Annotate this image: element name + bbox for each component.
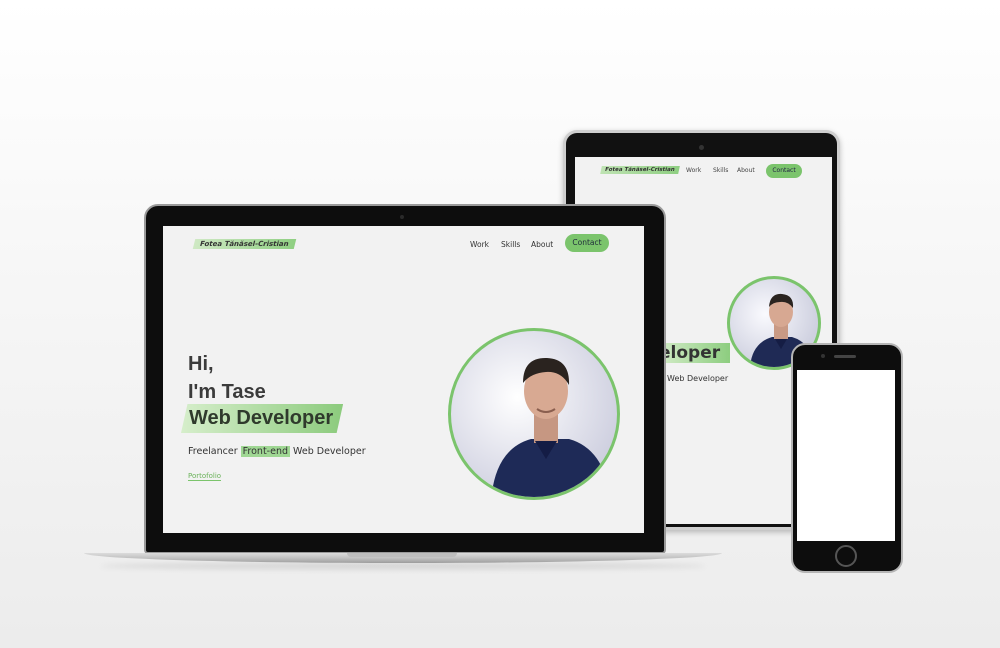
hero-subtitle: Freelancer Front-end Web Developer [188, 446, 366, 457]
nav-skills[interactable]: Skills [501, 240, 520, 249]
tablet-nav-work[interactable]: Work [686, 167, 701, 174]
tablet-contact-button[interactable]: Contact [766, 164, 802, 178]
hero-headline: Web Developer [181, 404, 344, 433]
phone-screen [797, 370, 895, 541]
contact-button[interactable]: Contact [565, 234, 609, 252]
tablet-headline: eloper [659, 343, 731, 363]
tablet-nav-skills[interactable]: Skills [713, 167, 728, 174]
greeting-line-1: Hi, [188, 353, 214, 375]
tablet-nav-about[interactable]: About [737, 167, 755, 174]
laptop-camera [400, 215, 404, 219]
subtitle-highlight: Front-end [240, 446, 290, 457]
phone-home-button[interactable] [835, 545, 857, 567]
tablet-camera [699, 145, 704, 150]
tablet-subtitle: Web Developer [667, 374, 729, 383]
hero-greeting: Hi, I'm Tase [188, 350, 266, 406]
laptop-notch [347, 553, 457, 557]
phone-camera [821, 354, 825, 358]
hero-avatar [448, 328, 620, 500]
tablet-logo[interactable]: Fotea Tănăsel-Cristian [600, 166, 680, 174]
site-logo[interactable]: Fotea Tănăsel-Cristian [192, 239, 296, 249]
nav-work[interactable]: Work [470, 240, 489, 249]
greeting-line-2: I'm Tase [188, 381, 266, 403]
subtitle-suffix: Web Developer [290, 446, 366, 457]
portfolio-link[interactable]: Portofolio [188, 472, 222, 481]
nav-about[interactable]: About [531, 240, 553, 249]
subtitle-prefix: Freelancer [188, 446, 241, 457]
avatar-photo-icon [491, 357, 611, 497]
laptop-screen: Fotea Tănăsel-Cristian Work Skills About… [163, 226, 644, 533]
laptop-shadow [100, 563, 706, 569]
phone-speaker [834, 355, 856, 358]
